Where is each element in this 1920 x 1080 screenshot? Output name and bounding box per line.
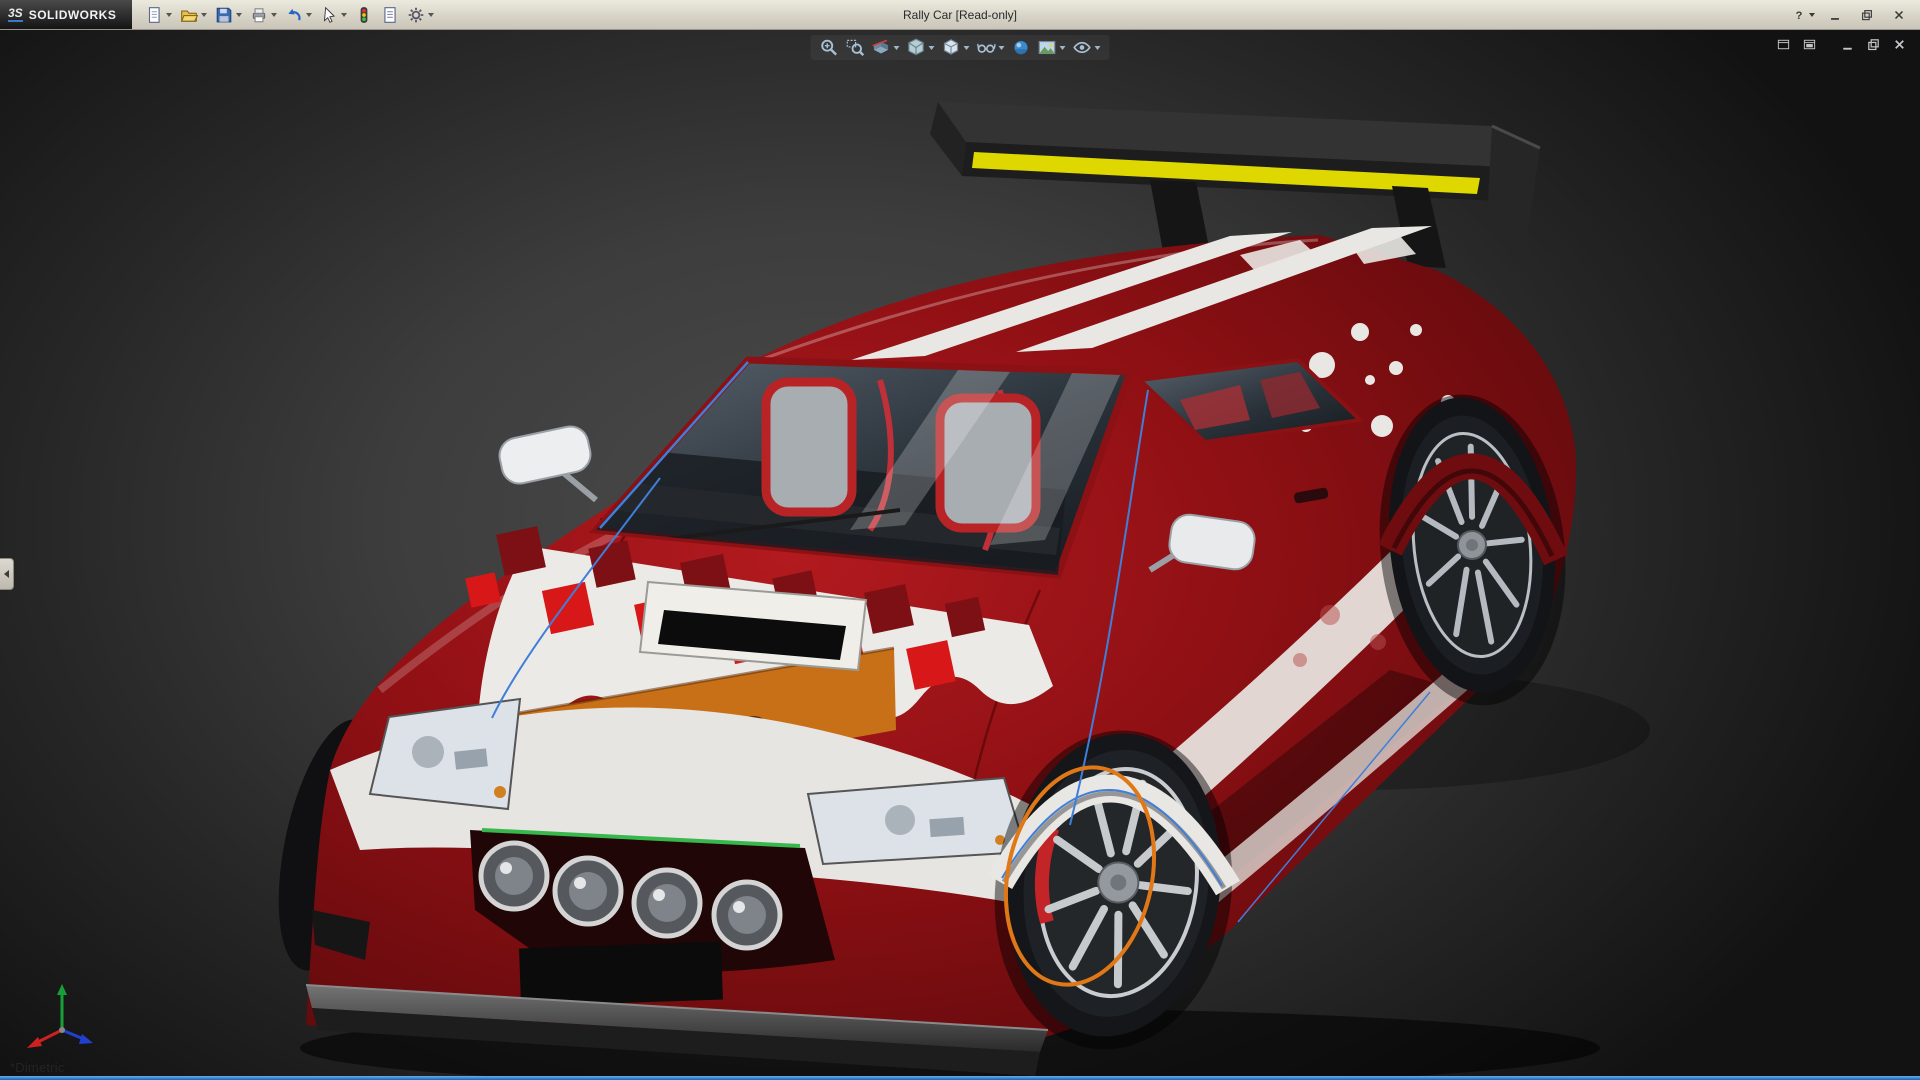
main-toolbar — [132, 0, 437, 29]
dropdown-caret[interactable] — [166, 13, 172, 17]
view-orientation-icon — [907, 38, 926, 57]
driver-seat — [766, 382, 852, 512]
display-style-icon — [942, 38, 961, 57]
view-orientation-button[interactable] — [905, 37, 937, 58]
help-icon: ? — [1792, 8, 1806, 22]
brand-name: SOLIDWORKS — [29, 8, 117, 22]
zoom-to-area-icon — [846, 38, 865, 57]
document-minimize-button[interactable] — [1836, 35, 1858, 53]
orientation-triad — [27, 984, 93, 1048]
minimize-window-button[interactable] — [1820, 4, 1850, 25]
hide-show-items-button[interactable] — [975, 37, 1007, 58]
doc-window-controls — [1772, 35, 1910, 53]
dropdown-caret[interactable] — [1060, 46, 1066, 50]
view-orientation-label: *Dimetric — [10, 1060, 65, 1075]
dropdown-caret[interactable] — [929, 46, 935, 50]
help-button[interactable]: ? — [1788, 4, 1818, 25]
open-document-button[interactable] — [177, 3, 210, 27]
apply-scene-button[interactable] — [1036, 37, 1068, 58]
title-bar: 3S SOLIDWORKS Rally Car [Read-only] ? — [0, 0, 1920, 30]
display-style-button[interactable] — [940, 37, 972, 58]
next-document-window-icon — [1802, 37, 1817, 52]
dropdown-caret[interactable] — [999, 46, 1005, 50]
zoom-to-fit-icon — [820, 38, 839, 57]
open-document-icon — [180, 6, 198, 24]
rebuild-button[interactable] — [352, 3, 376, 27]
view-toolbar — [811, 35, 1110, 60]
document-title: Rally Car [Read-only] — [903, 0, 1017, 29]
save-icon — [215, 6, 233, 24]
dropdown-caret[interactable] — [271, 13, 277, 17]
dropdown-caret[interactable] — [236, 13, 242, 17]
select-button[interactable] — [317, 3, 350, 27]
select-icon — [320, 6, 338, 24]
undo-icon — [285, 6, 303, 24]
restore-window-icon — [1860, 8, 1874, 22]
print-button[interactable] — [247, 3, 280, 27]
zoom-to-area-button[interactable] — [844, 37, 867, 58]
dropdown-caret[interactable] — [894, 46, 900, 50]
rally-car-model[interactable]: 2012 — [0, 30, 1920, 1076]
view-settings-button[interactable] — [1071, 37, 1103, 58]
print-icon — [250, 6, 268, 24]
undo-button[interactable] — [282, 3, 315, 27]
dropdown-caret[interactable] — [1095, 46, 1101, 50]
new-document-icon — [145, 6, 163, 24]
document-close-button[interactable] — [1888, 35, 1910, 53]
dropdown-caret[interactable] — [964, 46, 970, 50]
graphics-area[interactable]: 2012 — [0, 30, 1920, 1076]
edit-appearance-icon — [1012, 38, 1031, 57]
dropdown-caret[interactable] — [306, 13, 312, 17]
section-view-icon — [872, 38, 891, 57]
file-properties-icon — [381, 6, 399, 24]
restore-window-button[interactable] — [1852, 4, 1882, 25]
next-document-window-button[interactable] — [1798, 35, 1820, 53]
save-button[interactable] — [212, 3, 245, 27]
options-button[interactable] — [404, 3, 437, 27]
dropdown-caret[interactable] — [428, 13, 434, 17]
minimize-window-icon — [1828, 8, 1842, 22]
previous-document-window-icon — [1776, 37, 1791, 52]
document-restore-button[interactable] — [1862, 35, 1884, 53]
document-minimize-icon — [1840, 37, 1855, 52]
collapse-arrow-icon — [4, 570, 9, 578]
document-close-icon — [1892, 37, 1907, 52]
previous-document-window-button[interactable] — [1772, 35, 1794, 53]
close-window-button[interactable] — [1884, 4, 1914, 25]
zoom-to-fit-button[interactable] — [818, 37, 841, 58]
panel-expand-tab[interactable] — [0, 558, 14, 590]
close-window-icon — [1892, 8, 1906, 22]
file-properties-button[interactable] — [378, 3, 402, 27]
window-controls: ? — [1788, 0, 1920, 29]
section-view-button[interactable] — [870, 37, 902, 58]
apply-scene-icon — [1038, 38, 1057, 57]
svg-text:?: ? — [1795, 9, 1802, 21]
options-icon — [407, 6, 425, 24]
taskbar-edge — [0, 1076, 1920, 1080]
dropdown-caret[interactable] — [341, 13, 347, 17]
hide-show-items-icon — [977, 38, 996, 57]
document-restore-icon — [1866, 37, 1881, 52]
edit-appearance-button[interactable] — [1010, 37, 1033, 58]
license-plate[interactable] — [519, 941, 723, 1006]
view-settings-icon — [1073, 38, 1092, 57]
right-headlight[interactable] — [808, 778, 1026, 864]
rebuild-icon — [355, 6, 373, 24]
new-document-button[interactable] — [142, 3, 175, 27]
dropdown-caret[interactable] — [201, 13, 207, 17]
solidworks-logo: 3S SOLIDWORKS — [0, 0, 132, 29]
dassault-logo-icon: 3S — [8, 7, 23, 22]
dropdown-caret[interactable] — [1809, 13, 1815, 17]
